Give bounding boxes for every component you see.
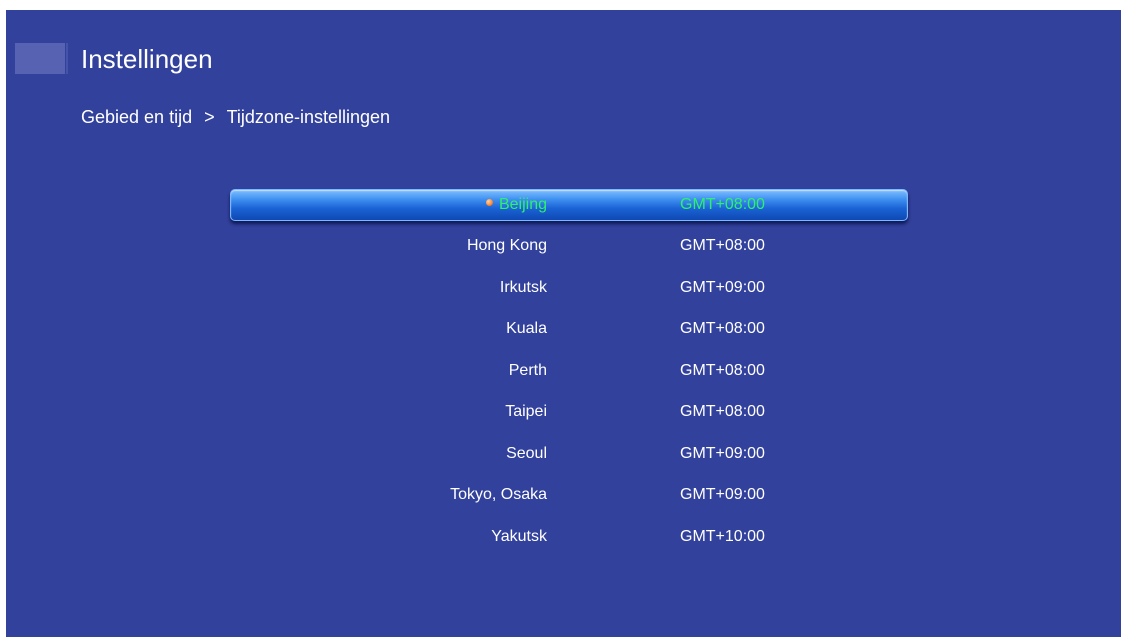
breadcrumb-parent[interactable]: Gebied en tijd bbox=[81, 105, 192, 129]
timezone-row-beijing[interactable]: Beijing GMT+08:00 bbox=[6, 184, 1121, 225]
timezone-offset: GMT+09:00 bbox=[680, 279, 765, 296]
timezone-city: Taipei bbox=[505, 403, 547, 420]
timezone-offset: GMT+08:00 bbox=[680, 403, 765, 420]
timezone-city: Hong Kong bbox=[466, 237, 547, 254]
selected-dot-icon bbox=[485, 199, 493, 207]
timezone-list[interactable]: Beijing GMT+08:00 Hong Kong GMT+08:00 Ir… bbox=[6, 184, 1121, 541]
page-title: Instellingen bbox=[81, 44, 213, 74]
timezone-city: Irkutsk bbox=[499, 279, 547, 296]
timezone-row-yakutsk[interactable]: Yakutsk GMT+10:00 bbox=[6, 516, 1121, 541]
breadcrumb: Gebied en tijd > Tijdzone-instellingen bbox=[81, 105, 390, 129]
timezone-offset: GMT+10:00 bbox=[680, 528, 765, 541]
timezone-city: Perth bbox=[508, 362, 547, 379]
timezone-offset: GMT+09:00 bbox=[680, 486, 765, 503]
timezone-offset: GMT+08:00 bbox=[680, 362, 765, 379]
timezone-city-label: Beijing bbox=[498, 196, 547, 213]
timezone-offset: GMT+08:00 bbox=[680, 237, 765, 254]
timezone-offset: GMT+08:00 bbox=[680, 196, 765, 213]
timezone-city: Yakutsk bbox=[491, 528, 547, 541]
timezone-city: Tokyo, Osaka bbox=[450, 486, 547, 503]
breadcrumb-current: Tijdzone-instellingen bbox=[226, 107, 391, 127]
selection-highlight bbox=[230, 189, 908, 221]
settings-screen: Instellingen Gebied en tijd > Tijdzone-ins… bbox=[6, 10, 1121, 637]
breadcrumb-separator: > bbox=[204, 107, 215, 127]
header-divider bbox=[66, 43, 68, 74]
timezone-row-irkutsk[interactable]: Irkutsk GMT+09:00 bbox=[6, 267, 1121, 308]
timezone-row-seoul[interactable]: Seoul GMT+09:00 bbox=[6, 433, 1121, 474]
timezone-row-taipei[interactable]: Taipei GMT+08:00 bbox=[6, 391, 1121, 432]
timezone-row-hong-kong[interactable]: Hong Kong GMT+08:00 bbox=[6, 225, 1121, 266]
app-logo bbox=[15, 43, 65, 74]
timezone-city: Seoul bbox=[506, 445, 547, 462]
timezone-row-perth[interactable]: Perth GMT+08:00 bbox=[6, 350, 1121, 391]
timezone-offset: GMT+08:00 bbox=[680, 320, 765, 337]
timezone-city: Beijing bbox=[485, 194, 547, 215]
timezone-city: Kuala bbox=[506, 320, 547, 337]
timezone-offset: GMT+09:00 bbox=[680, 445, 765, 462]
timezone-row-tokyo-osaka[interactable]: Tokyo, Osaka GMT+09:00 bbox=[6, 474, 1121, 515]
timezone-row-kuala[interactable]: Kuala GMT+08:00 bbox=[6, 308, 1121, 349]
